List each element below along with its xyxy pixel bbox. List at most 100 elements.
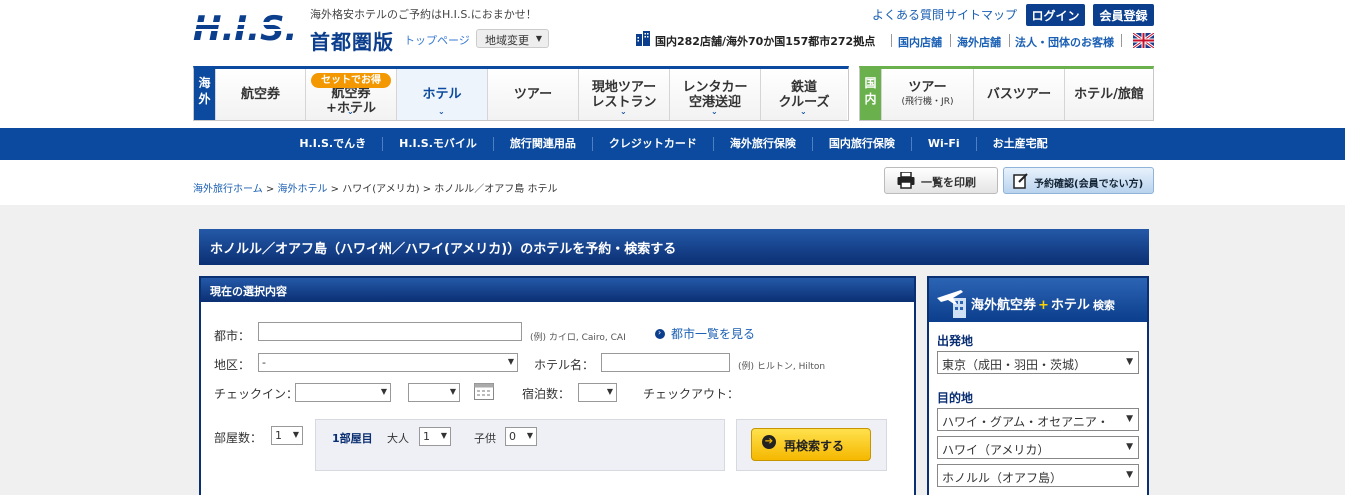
rooms-label: 部屋数： xyxy=(214,431,263,445)
uk-flag-icon[interactable] xyxy=(1133,33,1154,48)
research-button-label: 再検索する xyxy=(784,439,845,453)
chevron-down-icon: ⌄ xyxy=(438,107,445,116)
caret-down-icon: ▼ xyxy=(1126,470,1133,480)
chevron-down-icon: ⌄ xyxy=(711,107,718,116)
destination-region-select[interactable]: ハワイ・グアム・オセアニア・ ▼ xyxy=(937,408,1139,431)
nav-domestic-tour-sub: (飛行機・JR) xyxy=(901,96,954,107)
district-select[interactable]: - ▼ xyxy=(258,353,518,372)
domestic-nav: 国内 ツアー (飛行機・JR) バスツアー ホテル/旅館 xyxy=(859,66,1154,121)
sub-nav-denki[interactable]: H.I.S.でんき xyxy=(283,137,382,151)
rooms-select[interactable]: 1 ▼ xyxy=(271,426,303,445)
breadcrumb-current: ホノルル／オアフ島 ホテル xyxy=(434,184,558,195)
hotel-name-input[interactable] xyxy=(601,353,730,372)
sub-nav-domestic-insurance[interactable]: 国内旅行保険 xyxy=(811,137,911,151)
area-change-button[interactable]: 地域変更 ▼ xyxy=(476,29,549,48)
sitemap-link[interactable]: サイトマップ xyxy=(945,6,1017,23)
destination-country-select[interactable]: ハワイ（アメリカ） ▼ xyxy=(937,436,1139,459)
nav-flight[interactable]: 航空券 xyxy=(215,69,305,120)
print-label: 一覧を印刷 xyxy=(921,176,976,189)
caret-down-icon: ▼ xyxy=(1124,414,1133,424)
hotel-name-label: ホテル名： xyxy=(534,358,595,372)
overseas-tag: 海外 xyxy=(194,69,215,120)
nav-domestic-tour-label: ツアー xyxy=(908,79,947,95)
sub-nav: H.I.S.でんき H.I.S.モバイル 旅行関連用品 クレジットカード 海外旅… xyxy=(0,128,1345,160)
city-list-link[interactable]: 都市一覧を見る xyxy=(671,325,755,342)
nav-rentacar[interactable]: レンタカー 空港送迎 ⌄ xyxy=(669,69,760,120)
corporate-link[interactable]: 法人・団体のお客様 xyxy=(1015,34,1114,50)
checkin-day-select[interactable]: ▼ xyxy=(408,383,460,402)
children-select[interactable]: 0 ▼ xyxy=(505,427,537,446)
nav-flight-label: 航空券 xyxy=(240,87,280,102)
city-input[interactable] xyxy=(258,322,522,341)
edit-icon xyxy=(1013,173,1028,189)
nav-local-tour[interactable]: 現地ツアー レストラン ⌄ xyxy=(578,69,669,120)
sub-nav-wifi[interactable]: Wi-Fi xyxy=(910,137,976,151)
destination-city-select[interactable]: ホノルル（オアフ島） ▼ xyxy=(937,464,1139,487)
caret-down-icon: ▼ xyxy=(507,357,514,366)
nav-bus-tour[interactable]: バスツアー xyxy=(973,69,1064,120)
sub-nav-mobile[interactable]: H.I.S.モバイル xyxy=(382,137,493,151)
chevron-down-icon: ⌄ xyxy=(800,107,807,116)
arrow-right-icon: ➔ xyxy=(762,435,776,449)
nav-tour[interactable]: ツアー xyxy=(487,69,578,120)
breadcrumb: 海外旅行ホーム > 海外ホテル > ハワイ(アメリカ) > ホノルル／オアフ島 … xyxy=(193,184,558,195)
nav-domestic-tour[interactable]: ツアー (飛行機・JR) xyxy=(881,69,973,120)
his-logo[interactable]: H.I.S. xyxy=(193,8,293,48)
sub-nav-travel-goods[interactable]: 旅行関連用品 xyxy=(492,137,592,151)
room1-label: 1部屋目 xyxy=(332,432,373,445)
breadcrumb-overseas-hotel[interactable]: 海外ホテル xyxy=(277,184,327,195)
nav-flight-hotel[interactable]: セットでお得 航空券 +ホテル ⌄ xyxy=(305,69,396,120)
divider xyxy=(950,34,951,47)
caret-down-icon: ▼ xyxy=(606,387,613,396)
top-page-link[interactable]: トップページ xyxy=(404,32,470,48)
login-button[interactable]: ログイン xyxy=(1026,4,1085,26)
research-button[interactable]: ➔ 再検索する xyxy=(751,428,871,461)
circle-arrow-icon: › xyxy=(655,328,665,339)
overseas-stores-link[interactable]: 海外店舗 xyxy=(957,34,1001,50)
faq-link[interactable]: よくある質問 xyxy=(872,6,944,23)
destination-label: 目的地 xyxy=(937,391,974,405)
departure-label: 出発地 xyxy=(937,334,974,348)
nav-hotel[interactable]: ホテル ⌄ xyxy=(396,69,487,120)
nav-rail[interactable]: 鉄道 クルーズ ⌄ xyxy=(760,69,847,120)
area-change-label: 地域変更 xyxy=(485,34,529,47)
plane-hotel-icon xyxy=(937,290,966,318)
city-example: (例) カイロ, Cairo, CAI xyxy=(530,333,626,343)
domestic-tag: 国内 xyxy=(860,69,881,120)
side-title-hotel: ホテル xyxy=(1050,298,1090,313)
breadcrumb-home[interactable]: 海外旅行ホーム xyxy=(193,184,263,195)
divider xyxy=(891,34,892,47)
nights-select[interactable]: ▼ xyxy=(578,383,617,402)
checkin-label: チェックイン： xyxy=(214,387,299,401)
nav-hotel-label: ホテル xyxy=(422,87,462,102)
nav-domestic-hotel-label: ホテル/旅館 xyxy=(1074,87,1144,102)
tagline: 海外格安ホテルのご予約はH.I.S.におまかせ！ xyxy=(310,8,537,21)
caret-down-icon: ▼ xyxy=(292,430,299,439)
nav-domestic-hotel[interactable]: ホテル/旅館 xyxy=(1064,69,1153,120)
sub-nav-overseas-insurance[interactable]: 海外旅行保険 xyxy=(712,137,812,151)
divider xyxy=(1121,34,1122,47)
domestic-stores-link[interactable]: 国内店舗 xyxy=(898,34,942,50)
side-title-search: 検索 xyxy=(1092,299,1115,312)
adults-select[interactable]: 1 ▼ xyxy=(419,427,451,446)
nav-tour-label: ツアー xyxy=(513,87,553,102)
nav-bus-tour-label: バスツアー xyxy=(986,87,1052,102)
checkin-month-select[interactable]: ▼ xyxy=(295,383,391,402)
print-list-button[interactable]: 一覧を印刷 xyxy=(884,167,998,194)
side-search-header: 海外航空券 + ホテル 検索 xyxy=(929,278,1147,322)
departure-select[interactable]: 東京（成田・羽田・茨城） ▼ xyxy=(937,351,1139,374)
register-button[interactable]: 会員登録 xyxy=(1093,4,1154,26)
caret-down-icon: ▼ xyxy=(1126,357,1133,367)
sub-nav-souvenir[interactable]: お土産宅配 xyxy=(975,137,1064,151)
caret-down-icon: ▼ xyxy=(535,34,542,43)
caret-down-icon: ▼ xyxy=(526,431,533,440)
search-panel-header: 現在の選択内容 xyxy=(201,278,914,302)
reservation-confirm-button[interactable]: 予約確認(会員でない方) xyxy=(1003,167,1154,194)
sub-nav-credit-card[interactable]: クレジットカード xyxy=(591,137,713,151)
chevron-down-icon: ⌄ xyxy=(620,107,627,116)
store-count: 国内282店舗/海外70か国157都市272拠点 xyxy=(655,35,876,48)
city-label: 都市： xyxy=(214,329,251,343)
calendar-icon[interactable] xyxy=(474,382,494,400)
caret-down-icon: ▼ xyxy=(380,387,387,396)
chevron-down-icon: ⌄ xyxy=(347,107,354,116)
